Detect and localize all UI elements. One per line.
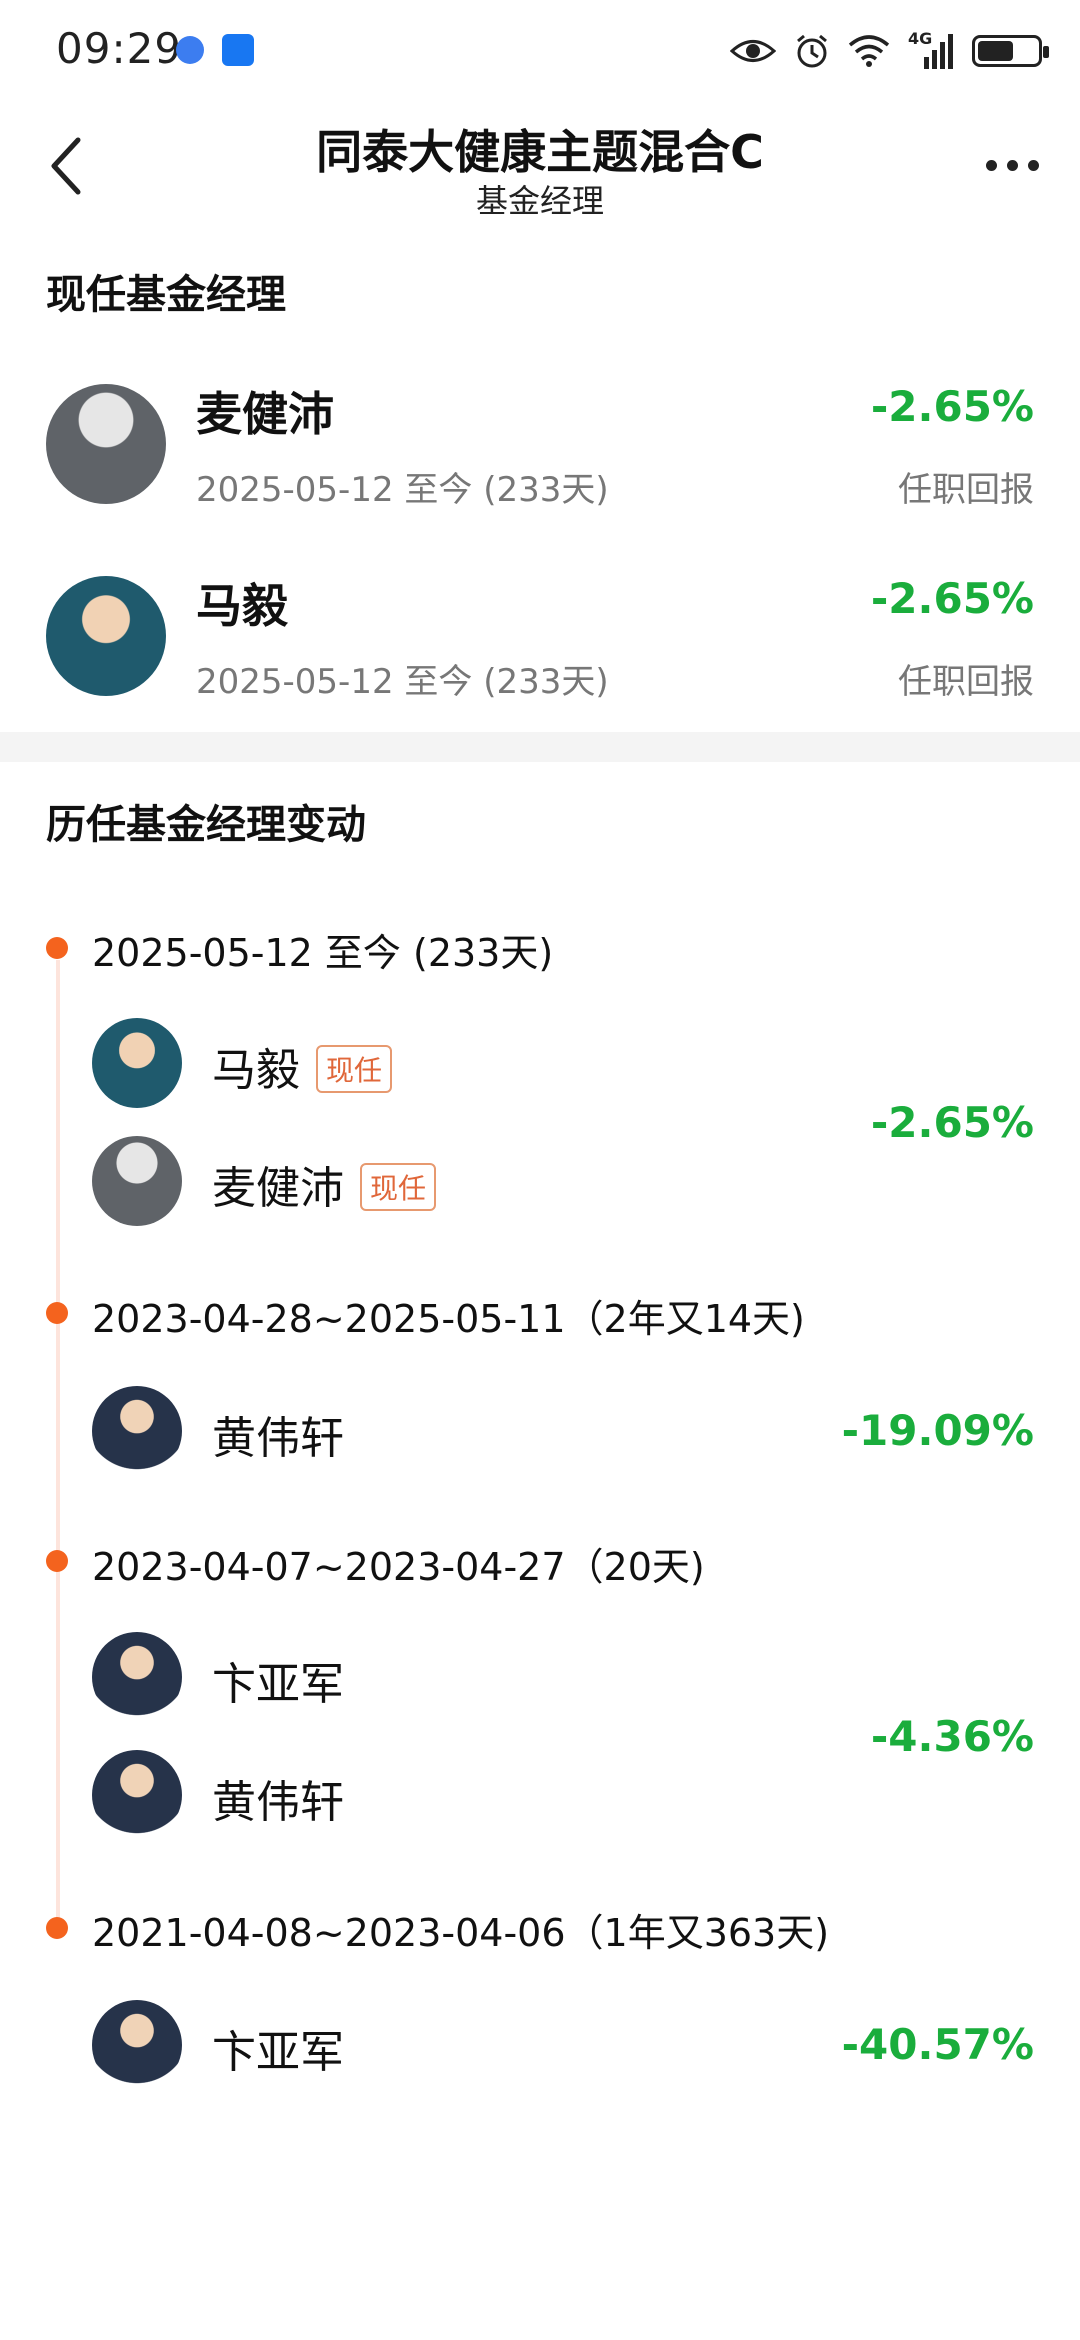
battery-icon [972, 35, 1049, 67]
timeline-dot [46, 937, 68, 959]
status-time: 09:29 [56, 24, 183, 73]
status-icons: 4G [730, 28, 1049, 74]
more-button[interactable] [972, 140, 1052, 190]
timeline-dot [46, 1302, 68, 1324]
avatar [46, 384, 166, 504]
manager-name: 卞亚军 [212, 2027, 344, 2078]
wifi-icon [848, 35, 890, 67]
current-badge: 现任 [316, 1045, 393, 1093]
manager-tenure: 2025-05-12 至今 (233天) [196, 470, 609, 510]
period-manager[interactable]: 马毅 现任 [212, 1034, 393, 1098]
manager-name: 黄伟轩 [212, 1777, 344, 1828]
eye-icon [730, 40, 776, 62]
section-divider [0, 732, 1080, 762]
period-date: 2023-04-28~2025-05-11（2年又14天) [92, 1297, 805, 1341]
period-manager[interactable]: 黄伟轩 [212, 1766, 344, 1830]
avatar [92, 1386, 182, 1476]
manager-name: 马毅 [196, 579, 288, 633]
avatar [92, 1750, 182, 1840]
browser-icon [176, 36, 204, 64]
current-badge: 现任 [360, 1163, 437, 1211]
period-return: -2.65% [870, 1098, 1034, 1147]
period-date: 2025-05-12 至今 (233天) [92, 931, 554, 975]
manager-name: 黄伟轩 [212, 1413, 344, 1464]
period-return: -19.09% [841, 1406, 1034, 1455]
manager-return: -2.65% [870, 574, 1034, 623]
current-manager-row[interactable]: 麦健沛 2025-05-12 至今 (233天) -2.65% 任职回报 [0, 370, 1080, 530]
period-manager[interactable]: 卞亚军 [212, 1648, 344, 1712]
avatar [46, 576, 166, 696]
avatar [92, 1018, 182, 1108]
period-manager[interactable]: 卞亚军 [212, 2016, 344, 2080]
manager-name: 麦健沛 [196, 387, 334, 441]
manager-name: 麦健沛 [212, 1163, 344, 1214]
manager-name: 卞亚军 [212, 1659, 344, 1710]
page-subtitle: 基金经理 [475, 182, 604, 220]
current-managers-heading: 现任基金经理 [46, 272, 286, 318]
return-label: 任职回报 [898, 662, 1034, 702]
period-manager[interactable]: 黄伟轩 [212, 1402, 344, 1466]
period-date: 2023-04-07~2023-04-27（20天) [92, 1545, 705, 1589]
period-manager[interactable]: 麦健沛 现任 [212, 1152, 437, 1216]
avatar [92, 1136, 182, 1226]
alarm-icon [797, 34, 827, 68]
current-manager-row[interactable]: 马毅 2025-05-12 至今 (233天) -2.65% 任职回报 [0, 562, 1080, 722]
period-date: 2021-04-08~2023-04-06（1年又363天) [92, 1911, 830, 1955]
avatar [92, 1632, 182, 1722]
signal-icon: 4G [908, 29, 954, 71]
title-bar: 同泰大健康主题混合C 基金经理 [0, 100, 1080, 240]
battery-level-fill [978, 41, 1013, 61]
period-return: -40.57% [841, 2020, 1034, 2069]
return-label: 任职回报 [898, 470, 1034, 510]
manager-return: -2.65% [870, 382, 1034, 431]
notification-app-icon [222, 34, 254, 66]
period-return: -4.36% [870, 1712, 1034, 1761]
avatar [92, 2000, 182, 2090]
page-title: 同泰大健康主题混合C [316, 125, 764, 179]
more-dots-icon [985, 159, 997, 171]
history-heading: 历任基金经理变动 [46, 802, 366, 848]
status-bar: 09:29 4G [0, 0, 1080, 100]
manager-name: 马毅 [212, 1045, 300, 1096]
timeline-dot [46, 1917, 68, 1939]
timeline-dot [46, 1550, 68, 1572]
timeline-line [56, 960, 60, 1920]
manager-tenure: 2025-05-12 至今 (233天) [196, 662, 609, 702]
